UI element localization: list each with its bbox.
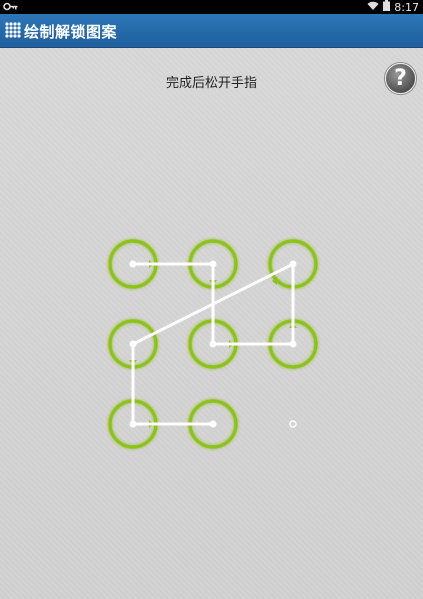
pattern-node-6[interactable]	[289, 340, 297, 348]
pattern-node-2[interactable]	[209, 260, 217, 268]
pattern-node-8[interactable]	[209, 420, 217, 428]
pattern-node-1[interactable]	[129, 260, 137, 268]
pattern-node-7[interactable]	[129, 420, 137, 428]
pattern-node-9[interactable]	[289, 420, 297, 428]
pattern-node-3[interactable]	[289, 260, 297, 268]
pattern-node-5[interactable]	[209, 340, 217, 348]
pattern-grid[interactable]	[0, 0, 423, 599]
pattern-node-4[interactable]	[129, 340, 137, 348]
